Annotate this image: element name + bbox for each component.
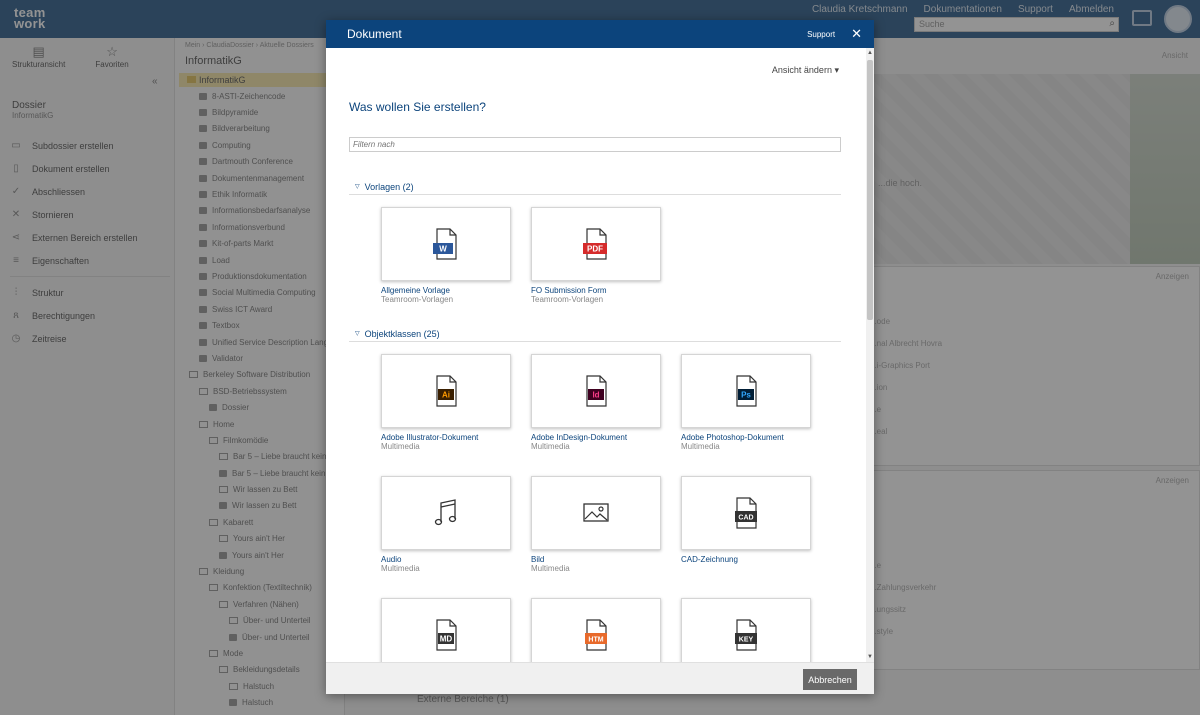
svg-text:Ai: Ai [442, 391, 450, 400]
cancel-button[interactable]: Abbrechen [803, 669, 857, 690]
image-icon [583, 503, 609, 522]
document-type-tile[interactable]: CAD CAD-Zeichnung [681, 476, 811, 564]
templates-section-header[interactable]: ▽ Vorlagen (2) [349, 179, 841, 195]
tile-category: Multimedia [381, 564, 420, 573]
tile-category: Teamroom-Vorlagen [381, 295, 454, 304]
tile-name[interactable]: Adobe Illustrator-Dokument [381, 433, 511, 442]
illustrator-file-icon: Ai [436, 375, 457, 407]
pdf-file-icon: PDF [583, 228, 607, 260]
svg-text:Id: Id [592, 391, 599, 400]
svg-text:W: W [439, 245, 447, 254]
scrollbar-thumb[interactable] [867, 60, 873, 320]
tile-category: Multimedia [531, 564, 570, 573]
tile-category: Multimedia [381, 442, 420, 451]
html-file-icon: HTM [585, 619, 607, 651]
collapse-triangle-icon: ▽ [355, 184, 360, 190]
document-type-tile[interactable]: Bild Multimedia [531, 476, 661, 573]
markdown-file-icon: MD [436, 619, 457, 651]
tile-name[interactable]: Adobe InDesign-Dokument [531, 433, 661, 442]
scroll-down-icon[interactable]: ▼ [867, 654, 873, 660]
tile-preview[interactable]: W [381, 207, 511, 281]
document-type-tile[interactable]: Audio Multimedia [381, 476, 511, 573]
close-icon[interactable]: ✕ [851, 27, 862, 40]
tile-name[interactable]: Bild [531, 555, 661, 564]
indesign-file-icon: Id [586, 375, 607, 407]
document-type-tile[interactable]: HTM [531, 598, 661, 662]
tile-preview[interactable]: Id [531, 354, 661, 428]
view-toggle-dropdown[interactable]: Ansicht ändern ▾ [772, 65, 839, 76]
support-link[interactable]: Support [807, 30, 835, 39]
object-classes-section-header[interactable]: ▽ Objektklassen (25) [349, 326, 841, 342]
svg-text:Ps: Ps [741, 391, 751, 400]
cad-file-icon: CAD [735, 497, 757, 529]
dialog-title: Dokument [347, 27, 402, 41]
document-type-tile[interactable]: KEY [681, 598, 811, 662]
tile-preview[interactable]: MD [381, 598, 511, 662]
filter-input[interactable] [349, 137, 841, 152]
tile-preview[interactable] [531, 476, 661, 550]
photoshop-file-icon: Ps [736, 375, 757, 407]
dialog-scrollbar[interactable]: ▲ ▼ [866, 48, 874, 662]
document-type-tile[interactable]: W Allgemeine Vorlage Teamroom-Vorlagen [381, 207, 511, 304]
dialog-body: Ansicht ändern ▾ Was wollen Sie erstelle… [326, 48, 874, 662]
collapse-triangle-icon: ▽ [355, 331, 360, 337]
tile-name[interactable]: Adobe Photoshop-Dokument [681, 433, 811, 442]
document-type-tile[interactable]: PDF FO Submission Form Teamroom-Vorlagen [531, 207, 661, 304]
tile-preview[interactable]: Ai [381, 354, 511, 428]
word-file-icon: W [433, 228, 457, 260]
tile-preview[interactable]: Ps [681, 354, 811, 428]
tile-name[interactable]: FO Submission Form [531, 286, 661, 295]
tile-name[interactable]: Audio [381, 555, 511, 564]
tile-preview[interactable]: PDF [531, 207, 661, 281]
create-document-dialog: Dokument Support ✕ Ansicht ändern ▾ Was … [326, 20, 874, 694]
document-type-tile[interactable]: Ps Adobe Photoshop-Dokument Multimedia [681, 354, 811, 451]
keynote-file-icon: KEY [735, 619, 757, 651]
document-type-tile[interactable]: Ai Adobe Illustrator-Dokument Multimedia [381, 354, 511, 451]
tile-category: Multimedia [681, 442, 720, 451]
svg-text:HTM: HTM [588, 637, 603, 644]
tile-name[interactable]: CAD-Zeichnung [681, 555, 811, 564]
svg-text:KEY: KEY [739, 637, 754, 644]
dialog-footer: Abbrechen [326, 662, 874, 694]
svg-text:MD: MD [440, 635, 453, 644]
tile-preview[interactable]: CAD [681, 476, 811, 550]
caret-down-icon: ▾ [834, 65, 839, 75]
dialog-header: Dokument Support ✕ [326, 20, 874, 48]
svg-text:CAD: CAD [738, 515, 753, 522]
tile-preview[interactable]: HTM [531, 598, 661, 662]
svg-text:PDF: PDF [587, 245, 603, 254]
document-type-tile[interactable]: Id Adobe InDesign-Dokument Multimedia [531, 354, 661, 451]
tile-name[interactable]: Allgemeine Vorlage [381, 286, 511, 295]
tile-category: Teamroom-Vorlagen [531, 295, 604, 304]
document-type-tile[interactable]: MD [381, 598, 511, 662]
dialog-question: Was wollen Sie erstellen? [349, 100, 486, 114]
scroll-up-icon[interactable]: ▲ [867, 50, 873, 56]
tile-preview[interactable] [381, 476, 511, 550]
music-note-icon [434, 499, 457, 526]
tile-category: Multimedia [531, 442, 570, 451]
tile-preview[interactable]: KEY [681, 598, 811, 662]
